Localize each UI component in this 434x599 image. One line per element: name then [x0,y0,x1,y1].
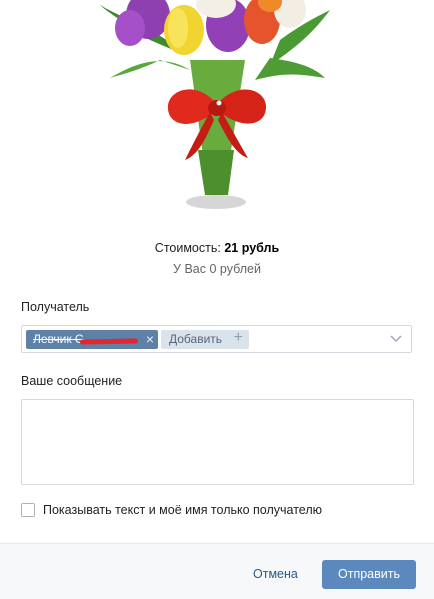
send-button[interactable]: Отправить [322,560,416,589]
message-label: Ваше сообщение [21,374,123,388]
recipient-field[interactable]: Левчик С × Добавить + [21,325,412,353]
privacy-checkbox-label[interactable]: Показывать текст и моё имя только получа… [43,503,322,517]
gift-image [0,0,434,222]
add-recipient-label: Добавить [169,332,223,346]
privacy-checkbox[interactable] [21,503,35,517]
recipient-label: Получатель [21,300,90,314]
message-textarea[interactable] [21,399,414,485]
gift-price: Стоимость: 21 рубль [0,241,434,255]
cancel-button[interactable]: Отмена [253,567,298,581]
plus-icon: + [233,329,243,346]
chevron-down-icon[interactable] [389,331,403,345]
recipient-tag[interactable]: Левчик С × [26,330,158,349]
redaction-mark [79,338,139,345]
dialog-footer: Отмена Отправить [0,543,434,599]
recipient-tag-name: Левчик С [33,332,84,346]
price-label: Стоимость: [154,241,221,255]
add-recipient-button[interactable]: Добавить + [161,329,249,349]
price-value: 21 рубль [224,241,280,255]
balance-text: У Вас 0 рублей [173,262,261,276]
close-icon[interactable]: × [146,331,154,347]
